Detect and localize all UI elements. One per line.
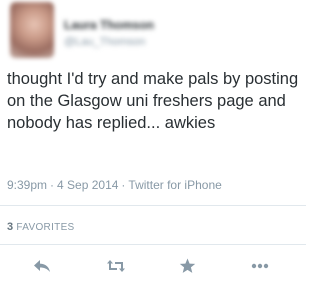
tweet-text: thought I'd try and make pals by posting…: [7, 70, 299, 132]
favorite-icon: [179, 258, 196, 274]
more-button[interactable]: [249, 255, 271, 277]
retweet-icon: [106, 259, 126, 273]
tweet-stats[interactable]: 3 FAVORITES: [7, 221, 75, 233]
retweet-button[interactable]: [105, 255, 127, 277]
tweet-source[interactable]: Twitter for iPhone: [128, 178, 221, 192]
favorites-label: FAVORITES: [16, 222, 75, 233]
meta-separator: ·: [50, 178, 55, 192]
tweet-actions: [0, 255, 306, 277]
screen-name[interactable]: @Lau_Thomson: [64, 36, 146, 48]
meta-separator: ·: [121, 178, 126, 192]
tweet-card: Laura Thomson @Lau_Thomson thought I'd t…: [0, 0, 306, 284]
tweet-header: Laura Thomson @Lau_Thomson: [10, 2, 296, 62]
reply-button[interactable]: [31, 255, 53, 277]
tweet-meta: 9:39pm · 4 Sep 2014 · Twitter for iPhone: [7, 178, 222, 192]
reply-icon: [33, 259, 51, 273]
tweet-date[interactable]: 4 Sep 2014: [57, 178, 118, 192]
avatar[interactable]: [10, 2, 54, 58]
favorite-button[interactable]: [176, 255, 198, 277]
divider: [0, 205, 306, 206]
favorites-count: 3: [7, 221, 14, 233]
divider: [0, 244, 306, 245]
more-icon: [251, 263, 269, 269]
display-name[interactable]: Laura Thomson: [64, 18, 154, 32]
tweet-time[interactable]: 9:39pm: [7, 178, 47, 192]
